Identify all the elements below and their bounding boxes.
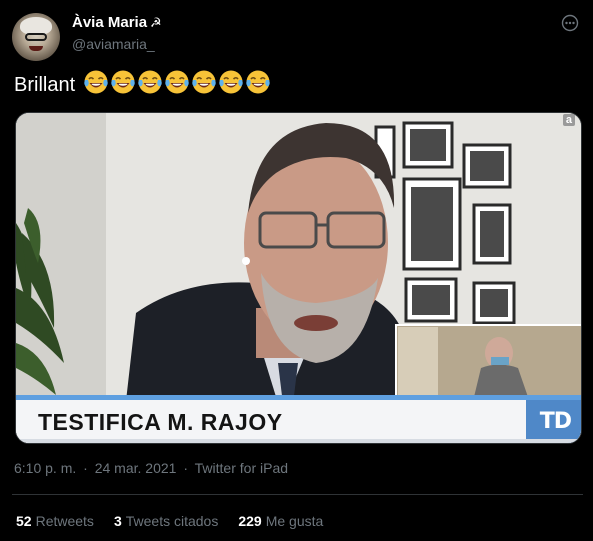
tweet-date[interactable]: 24 mar. 2021 (95, 460, 177, 476)
author-display-name[interactable]: Àvia Maria ☭ (72, 13, 162, 33)
display-name-text[interactable]: Àvia Maria (72, 14, 147, 31)
avatar[interactable] (12, 13, 60, 61)
emoji-row (75, 69, 271, 101)
corner-badge: a (562, 114, 575, 126)
tweet-time[interactable]: 6:10 p. m. (14, 460, 76, 476)
face-with-tears-of-joy-icon (218, 69, 244, 95)
retweets-stat[interactable]: 52 Retweets (16, 513, 94, 529)
tweet-source[interactable]: Twitter for iPad (195, 460, 288, 476)
author-handle[interactable]: @aviamaria_ (72, 34, 162, 54)
tweet-text: Brillant (14, 70, 271, 100)
hammer-sickle-icon: ☭ (150, 15, 162, 30)
face-with-tears-of-joy-icon (110, 69, 136, 95)
quotes-label: Tweets citados (125, 513, 219, 529)
face-with-tears-of-joy-icon (164, 69, 190, 95)
likes-stat[interactable]: 229 Me gusta (238, 513, 323, 529)
face-with-tears-of-joy-icon (191, 69, 217, 95)
engagement-stats: 52 Retweets 3 Tweets citados 229 Me gusta (16, 513, 323, 529)
chyron-headline: TESTIFICA M. RAJOY (38, 409, 283, 435)
face-with-tears-of-joy-icon (137, 69, 163, 95)
face-with-tears-of-joy-icon (83, 69, 109, 95)
divider (12, 494, 583, 495)
likes-count: 229 (238, 513, 262, 529)
face-with-tears-of-joy-icon (245, 69, 271, 95)
tweet-header: Àvia Maria ☭ @aviamaria_ (12, 10, 583, 61)
retweets-label: Retweets (35, 513, 94, 529)
tweet-media[interactable]: TESTIFICA M. RAJOY TD a (15, 112, 582, 444)
channel-logo: TD (539, 409, 572, 434)
likes-label: Me gusta (265, 513, 324, 529)
video-frame (16, 113, 581, 443)
tweet-meta: 6:10 p. m. · 24 mar. 2021 · Twitter for … (14, 460, 291, 476)
quotes-count: 3 (113, 513, 122, 529)
quotes-stat[interactable]: 3 Tweets citados (114, 513, 218, 529)
retweets-count: 52 (16, 513, 32, 529)
tweet-text-content: Brillant (14, 73, 76, 96)
meta-separator-2: · (183, 460, 189, 476)
author-names: Àvia Maria ☭ @aviamaria_ (72, 13, 162, 54)
meta-separator: · (83, 460, 88, 476)
more-options-icon[interactable] (561, 14, 579, 32)
